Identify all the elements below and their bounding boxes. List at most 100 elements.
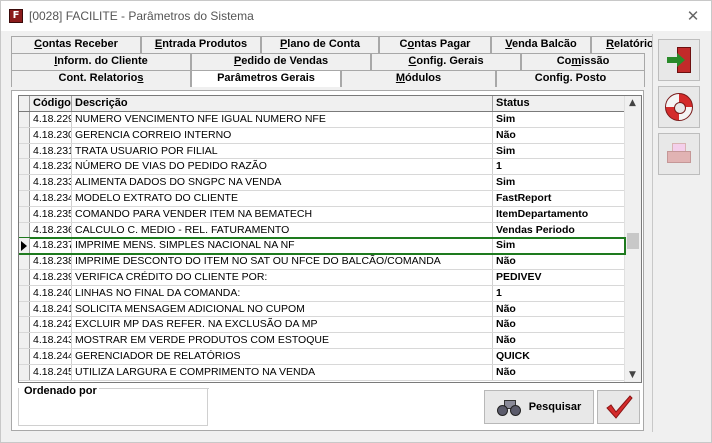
tab-plano-de-conta[interactable]: Plano de Conta xyxy=(261,36,379,53)
vertical-scrollbar[interactable]: ▲ ▼ xyxy=(624,96,641,382)
table-row[interactable]: 4.18.235 COMANDO PARA VENDER ITEM NA BEMA… xyxy=(19,206,625,223)
table-row[interactable]: 4.18.245 UTILIZA LARGURA E COMPRIMENTO NA… xyxy=(19,364,625,381)
cell-descricao[interactable]: GERENCIADOR DE RELATÓRIOS xyxy=(72,348,493,364)
tab-contas-pagar[interactable]: Contas Pagar xyxy=(379,36,491,53)
cell-status[interactable]: QUICK xyxy=(493,349,625,364)
cell-descricao[interactable]: UTILIZA LARGURA E COMPRIMENTO NA VENDA xyxy=(72,364,493,380)
cell-status[interactable]: ItemDepartamento xyxy=(493,207,625,222)
table-row[interactable]: 4.18.239 VERIFICA CRÉDITO DO CLIENTE POR:… xyxy=(19,269,625,286)
tab-contas-receber[interactable]: Contas Receber xyxy=(11,36,141,53)
cell-status[interactable]: Não xyxy=(493,333,625,348)
cell-codigo[interactable]: 4.18.231 xyxy=(30,143,72,159)
cell-status[interactable]: Sim xyxy=(493,238,625,253)
cell-codigo[interactable]: 4.18.239 xyxy=(30,269,72,285)
cell-descricao[interactable]: NÚMERO DE VIAS DO PEDIDO RAZÃO xyxy=(72,159,493,175)
parameters-grid[interactable]: Código Descrição Status 4.18.229 NUMERO V… xyxy=(18,95,642,383)
print-button[interactable] xyxy=(658,133,700,175)
cell-descricao[interactable]: NUMERO VENCIMENTO NFE IGUAL NUMERO NFE xyxy=(72,112,493,127)
cell-codigo[interactable]: 4.18.233 xyxy=(30,175,72,191)
table-row[interactable]: 4.18.232 NÚMERO DE VIAS DO PEDIDO RAZÃO 1 xyxy=(19,159,625,176)
cell-status[interactable]: 1 xyxy=(493,159,625,174)
cell-descricao[interactable]: VERIFICA CRÉDITO DO CLIENTE POR: xyxy=(72,269,493,285)
cell-descricao[interactable]: EXCLUIR MP DAS REFER. NA EXCLUSÃO DA MP xyxy=(72,317,493,333)
cell-descricao[interactable]: ALIMENTA DADOS DO SNGPC NA VENDA xyxy=(72,175,493,191)
table-row[interactable]: 4.18.241 SOLICITA MENSAGEM ADICIONAL NO C… xyxy=(19,301,625,318)
cell-descricao[interactable]: IMPRIME DESCONTO DO ITEM NO SAT OU NFCE … xyxy=(72,254,493,270)
cell-codigo[interactable]: 4.18.234 xyxy=(30,190,72,206)
table-row[interactable]: 4.18.234 MODELO EXTRATO DO CLIENTE FastRep… xyxy=(19,190,625,207)
tab-m-dulos[interactable]: Módulos xyxy=(341,70,496,87)
cell-status[interactable]: Não xyxy=(493,302,625,317)
tab-comiss-o[interactable]: Comissão xyxy=(521,53,645,70)
cell-codigo[interactable]: 4.18.237 xyxy=(30,238,72,254)
table-row[interactable]: 4.18.242 EXCLUIR MP DAS REFER. NA EXCLUSÃ… xyxy=(19,317,625,334)
table-row[interactable]: 4.18.231 TRATA USUARIO POR FILIAL Sim xyxy=(19,143,625,160)
lifebuoy-icon xyxy=(665,93,693,121)
cell-descricao[interactable]: LINHAS NO FINAL DA COMANDA: xyxy=(72,285,493,301)
confirm-button[interactable] xyxy=(597,390,640,424)
row-indicator xyxy=(19,348,30,364)
cell-descricao[interactable]: GERENCIA CORREIO INTERNO xyxy=(72,127,493,143)
cell-status[interactable]: Sim xyxy=(493,112,625,127)
cell-status[interactable]: 1 xyxy=(493,286,625,301)
cell-codigo[interactable]: 4.18.235 xyxy=(30,206,72,222)
table-row[interactable]: 4.18.233 ALIMENTA DADOS DO SNGPC NA VENDA… xyxy=(19,175,625,191)
table-row[interactable]: 4.18.236 CALCULO C. MEDIO - REL. FATURAME… xyxy=(19,222,625,239)
tab-config-gerais[interactable]: Config. Gerais xyxy=(371,53,521,70)
cell-status[interactable]: Vendas Periodo xyxy=(493,223,625,238)
cell-codigo[interactable]: 4.18.243 xyxy=(30,333,72,349)
cell-codigo[interactable]: 4.18.232 xyxy=(30,159,72,175)
cell-status[interactable]: Não xyxy=(493,317,625,332)
cell-codigo[interactable]: 4.18.245 xyxy=(30,364,72,380)
tab-par-metros-gerais[interactable]: Parâmetros Gerais xyxy=(191,70,341,87)
header-status[interactable]: Status xyxy=(493,96,625,111)
table-row[interactable]: 4.18.229 NUMERO VENCIMENTO NFE IGUAL NUME… xyxy=(19,112,625,128)
scroll-down-icon[interactable]: ▼ xyxy=(629,370,636,380)
table-row[interactable]: 4.18.243 MOSTRAR EM VERDE PRODUTOS COM ES… xyxy=(19,333,625,349)
cell-codigo[interactable]: 4.18.241 xyxy=(30,301,72,317)
cell-descricao[interactable]: CALCULO C. MEDIO - REL. FATURAMENTO xyxy=(72,222,493,238)
table-row[interactable]: 4.18.237 IMPRIME MENS. SIMPLES NACIONAL N… xyxy=(19,237,626,256)
header-codigo[interactable]: Código xyxy=(30,96,72,111)
cell-descricao[interactable]: SOLICITA MENSAGEM ADICIONAL NO CUPOM xyxy=(72,301,493,317)
cell-status[interactable]: Não xyxy=(493,128,625,143)
table-row[interactable]: 4.18.240 LINHAS NO FINAL DA COMANDA: 1 xyxy=(19,285,625,302)
cell-codigo[interactable]: 4.18.240 xyxy=(30,285,72,301)
cell-descricao[interactable]: IMPRIME MENS. SIMPLES NACIONAL NA NF xyxy=(72,238,493,254)
row-indicator xyxy=(19,190,30,206)
cell-descricao[interactable]: TRATA USUARIO POR FILIAL xyxy=(72,143,493,159)
table-row[interactable]: 4.18.238 IMPRIME DESCONTO DO ITEM NO SAT … xyxy=(19,254,625,270)
cell-codigo[interactable]: 4.18.229 xyxy=(30,112,72,127)
tab-entrada-produtos[interactable]: Entrada Produtos xyxy=(141,36,261,53)
table-row[interactable]: 4.18.230 GERENCIA CORREIO INTERNO Não xyxy=(19,127,625,144)
tab-cont-relatorios[interactable]: Cont. Relatorios xyxy=(11,70,191,87)
cell-codigo[interactable]: 4.18.242 xyxy=(30,317,72,333)
close-button[interactable]: ✕ xyxy=(685,8,701,24)
tab-inform-do-cliente[interactable]: Inform. do Cliente xyxy=(11,53,191,70)
cell-status[interactable]: FastReport xyxy=(493,191,625,206)
cell-status[interactable]: Sim xyxy=(493,175,625,190)
cell-descricao[interactable]: COMANDO PARA VENDER ITEM NA BEMATECH xyxy=(72,206,493,222)
header-descricao[interactable]: Descrição xyxy=(72,96,493,111)
cell-codigo[interactable]: 4.18.230 xyxy=(30,127,72,143)
cell-descricao[interactable]: MOSTRAR EM VERDE PRODUTOS COM ESTOQUE xyxy=(72,333,493,349)
cell-status[interactable]: Sim xyxy=(493,144,625,159)
cell-status[interactable]: Não xyxy=(493,254,625,269)
cell-codigo[interactable]: 4.18.244 xyxy=(30,348,72,364)
checkmark-icon xyxy=(605,395,633,419)
tab-venda-balc-o[interactable]: Venda Balcão xyxy=(491,36,591,53)
pesquisar-button[interactable]: Pesquisar xyxy=(484,390,594,424)
tab-pedido-de-vendas[interactable]: Pedido de Vendas xyxy=(191,53,371,70)
table-row[interactable]: 4.18.244 GERENCIADOR DE RELATÓRIOS QUICK xyxy=(19,348,625,365)
scroll-thumb[interactable] xyxy=(627,233,639,249)
cell-status[interactable]: PEDIVEV xyxy=(493,270,625,285)
cell-descricao[interactable]: MODELO EXTRATO DO CLIENTE xyxy=(72,190,493,206)
cell-codigo[interactable]: 4.18.236 xyxy=(30,222,72,238)
current-row-arrow-icon xyxy=(21,241,27,252)
cell-status[interactable]: Não xyxy=(493,365,625,380)
exit-button[interactable] xyxy=(658,39,700,81)
tab-config-posto[interactable]: Config. Posto xyxy=(496,70,645,87)
help-button[interactable] xyxy=(658,86,700,128)
scroll-up-icon[interactable]: ▲ xyxy=(629,98,636,108)
cell-codigo[interactable]: 4.18.238 xyxy=(30,254,72,270)
